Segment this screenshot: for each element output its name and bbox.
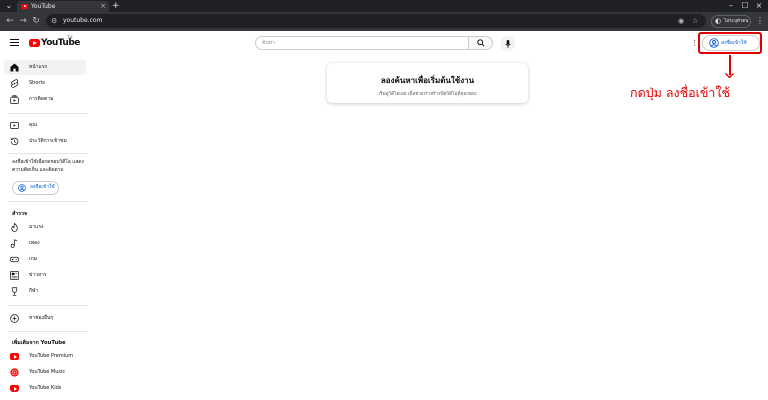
subscriptions-icon — [10, 95, 19, 104]
youtube-favicon-icon — [21, 4, 28, 9]
sidebar-divider — [8, 113, 88, 114]
site-settings-icon[interactable]: ⚙ — [51, 15, 57, 27]
sidebar-item-label: YouTube Premium — [29, 353, 74, 359]
sidebar-item-label: การติดตาม — [29, 96, 54, 102]
tab-title: YouTube — [31, 3, 56, 10]
new-tab-button[interactable]: + — [112, 0, 120, 12]
annotation-arrow — [729, 55, 731, 75]
sidebar-item-music[interactable]: เพลง — [4, 236, 86, 251]
sidebar-item-label: หน้าแรก — [29, 64, 48, 70]
gaming-icon — [10, 256, 19, 263]
tab-close-icon[interactable]: × — [100, 1, 106, 11]
sidebar-item-news[interactable]: ข่าวสาร — [4, 268, 86, 283]
search-icon — [476, 39, 485, 47]
youtube-logo-text[interactable]: YouTube — [41, 37, 80, 49]
sidebar-item-label: เพลง — [29, 240, 40, 246]
sidebar-item-subscriptions[interactable]: การติดตาม — [4, 92, 86, 107]
sidebar-item-label: มาแรง — [29, 224, 44, 230]
search-placeholder: ค้นหา — [262, 40, 275, 46]
sidebar-item-youtube-premium[interactable]: YouTube Premium — [4, 349, 86, 364]
sports-icon — [11, 287, 18, 296]
annotation-highlight-box — [698, 32, 762, 54]
browser-tab-youtube[interactable]: YouTube × — [17, 1, 109, 12]
shorts-icon — [11, 79, 19, 88]
sidebar-item-label: กีฬา — [29, 288, 39, 294]
url-text[interactable]: youtube.com — [63, 15, 102, 27]
youtube-music-icon — [10, 368, 19, 377]
sidebar-item-label: คุณ — [29, 122, 37, 128]
sidebar-item-sports[interactable]: กีฬา — [4, 284, 86, 299]
incognito-profile-chip[interactable]: ◐ ไม่ระบุตัวตน — [711, 15, 751, 28]
back-icon[interactable]: ← — [4, 15, 16, 27]
logo-country-code: TH — [67, 35, 73, 40]
more-from-youtube-title: เพิ่มเติมจาก YouTube — [12, 340, 66, 346]
reload-icon[interactable]: ↻ — [30, 15, 42, 27]
sidebar-item-label: เกม — [29, 256, 38, 262]
profile-label: ไม่ระบุตัวตน — [724, 19, 749, 24]
youtube-kids-icon — [10, 385, 19, 392]
sidebar-item-shorts[interactable]: Shorts — [4, 76, 86, 91]
sidebar-divider — [8, 153, 88, 154]
news-icon — [10, 271, 19, 280]
prompt-title: ลองค้นหาเพื่อเริ่มต้นใช้งาน — [380, 76, 475, 85]
minimize-icon[interactable]: – — [726, 1, 736, 11]
kebab-menu-icon[interactable]: ⋮ — [756, 15, 764, 27]
eye-off-icon[interactable]: ◉ — [678, 15, 684, 27]
music-icon — [10, 239, 18, 248]
incognito-icon: ◐ — [715, 17, 722, 25]
settings-more-icon[interactable]: ⋮ — [691, 39, 698, 47]
account-circle-icon — [18, 184, 26, 192]
sidebar-item-label: หาช่องอื่นๆ — [29, 315, 54, 321]
sidebar-item-home[interactable]: หน้าแรก — [4, 60, 86, 75]
trending-icon — [11, 223, 18, 232]
explore-section-title: สำรวจ — [12, 211, 28, 217]
sidebar-signin-button[interactable]: ลงชื่อเข้าใช้ — [12, 181, 59, 195]
star-icon[interactable]: ☆ — [692, 15, 698, 27]
sidebar-item-you[interactable]: คุณ — [4, 118, 86, 133]
browser-toolbar: ← → ↻ ⚙ youtube.com ◉ ☆ ◐ ไม่ระบุตัวตน ⋮ — [0, 12, 768, 31]
prompt-subtitle: เริ่มดูวิดีโอเลย เพื่อช่วยเราสร้างฟีดวิด… — [378, 92, 477, 97]
you-icon — [10, 121, 19, 130]
sidebar-divider — [8, 201, 88, 202]
sidebar-item-youtube-music[interactable]: YouTube Music — [4, 365, 86, 380]
sidebar-item-label: ประวัติการเข้าชม — [29, 138, 67, 144]
voice-search-button[interactable] — [500, 36, 515, 51]
sidebar-item-history[interactable]: ประวัติการเข้าชม — [4, 134, 86, 149]
signin-note: ลงชื่อเข้าใช้เพื่อกดชอบวิดีโอ แสดงความคิ… — [12, 160, 84, 173]
history-icon — [10, 137, 19, 146]
annotation-callout: กดปุ่ม ลงชื่อเข้าใช้ — [630, 85, 731, 100]
menu-icon[interactable] — [10, 39, 19, 46]
tab-search-icon[interactable]: ⌄ — [4, 1, 14, 11]
search-input[interactable]: ค้นหา — [255, 36, 469, 50]
sidebar-item-label: YouTube Kids — [29, 385, 62, 391]
browser-tab-strip: ⌄ YouTube × + – ☐ × — [0, 0, 768, 12]
search-button[interactable] — [469, 36, 493, 50]
sidebar-item-label: YouTube Music — [29, 369, 66, 375]
annotation-arrowhead-icon — [725, 73, 734, 78]
youtube-premium-icon — [10, 353, 19, 360]
sidebar-signin-label: ลงชื่อเข้าใช้ — [30, 185, 55, 190]
sidebar-item-browse-channels[interactable]: หาช่องอื่นๆ — [4, 311, 86, 326]
add-circle-icon — [10, 314, 19, 323]
sidebar-divider — [8, 305, 88, 306]
sidebar-item-label: Shorts — [29, 80, 46, 86]
sidebar-item-youtube-kids[interactable]: YouTube Kids — [4, 381, 86, 396]
maximize-icon[interactable]: ☐ — [740, 1, 750, 11]
close-window-icon[interactable]: × — [754, 1, 764, 11]
sidebar-item-trending[interactable]: มาแรง — [4, 220, 86, 235]
search-prompt-card: ลองค้นหาเพื่อเริ่มต้นใช้งาน เริ่มดูวิดีโ… — [327, 63, 528, 103]
address-bar[interactable]: ⚙ youtube.com ◉ ☆ — [46, 14, 706, 28]
sidebar-divider — [8, 331, 88, 332]
home-icon — [10, 63, 19, 72]
sidebar: หน้าแรก Shorts การติดตาม คุณ ประวัติการเ… — [0, 55, 94, 400]
microphone-icon — [504, 39, 511, 48]
sidebar-item-label: ข่าวสาร — [29, 272, 47, 278]
youtube-logo-icon[interactable] — [29, 39, 40, 47]
youtube-header: YouTube TH ค้นหา ⋮ — [0, 31, 768, 55]
sidebar-item-gaming[interactable]: เกม — [4, 252, 86, 267]
forward-icon[interactable]: → — [17, 15, 29, 27]
